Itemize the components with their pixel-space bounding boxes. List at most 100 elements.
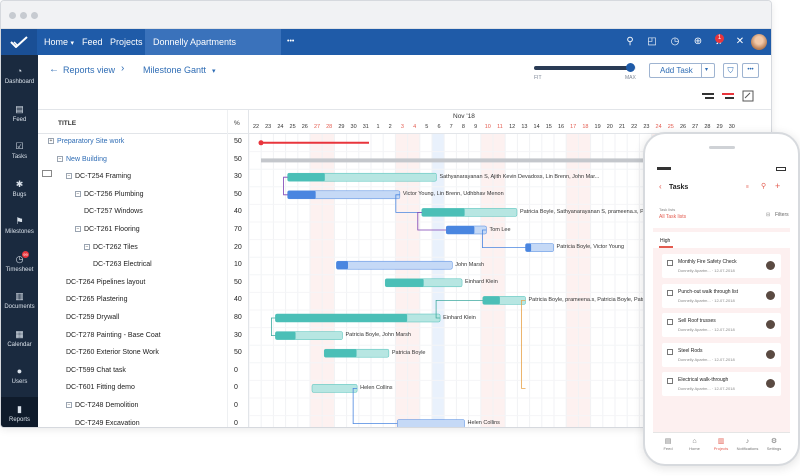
critical-path-icon[interactable] <box>701 91 715 101</box>
task-bar[interactable] <box>311 384 358 393</box>
task-title-cell[interactable]: − DC-T248 Demolition <box>66 402 138 409</box>
nav-feed[interactable]: Feed <box>82 29 103 55</box>
task-title-cell[interactable]: DC-T249 Excavation <box>75 420 140 427</box>
export-icon[interactable] <box>742 90 754 102</box>
more-options-button[interactable]: ••• <box>742 63 759 78</box>
sidebar-item-timesheet[interactable]: ◷ Timesheet 99 <box>1 247 38 285</box>
sidebar-item-feed[interactable]: ▤ Feed <box>1 97 38 135</box>
mobile-task-card[interactable]: Steel Rods Donnelly Apartm... · 12-07-201… <box>662 342 781 367</box>
add-task-caret-icon[interactable]: ▾ <box>705 64 708 77</box>
search-icon[interactable]: ⚲ <box>624 36 636 48</box>
task-bar-progress[interactable] <box>275 314 408 322</box>
zoom-slider-knob[interactable] <box>626 63 635 72</box>
task-bar-progress[interactable] <box>385 278 424 287</box>
comment-icon[interactable] <box>42 170 52 178</box>
window-dot-minimize[interactable] <box>20 12 27 19</box>
app-logo[interactable] <box>1 29 37 55</box>
task-row[interactable]: DC-T249 Excavation 0 <box>38 416 248 427</box>
task-bar-progress[interactable] <box>275 331 296 340</box>
task-title-cell[interactable]: DC-T263 Electrical <box>93 261 152 268</box>
task-row[interactable]: DC-T264 Pipelines layout 50 <box>38 275 248 293</box>
breadcrumb-reports-view[interactable]: Reports view <box>63 65 115 75</box>
task-row[interactable]: − DC-T262 Tiles 20 <box>38 240 248 258</box>
expand-toggle-icon[interactable]: − <box>75 226 81 233</box>
timer-icon[interactable]: ◷ <box>669 36 681 48</box>
column-header-percent[interactable]: % <box>234 120 240 127</box>
add-task-button[interactable]: Add Task ▾ <box>649 63 715 78</box>
task-checkbox[interactable] <box>667 319 673 325</box>
task-checkbox[interactable] <box>667 348 673 355</box>
task-row[interactable]: + Preparatory Site work 50 <box>38 134 248 152</box>
nav-more-button[interactable]: ••• <box>287 29 294 55</box>
task-title-cell[interactable]: DC-T265 Plastering <box>66 296 127 303</box>
task-row[interactable]: DC-T259 Drywall 80 <box>38 310 248 328</box>
task-title-cell[interactable]: + Preparatory Site work <box>48 138 124 145</box>
task-bar-progress[interactable] <box>287 190 316 199</box>
expand-toggle-icon[interactable]: − <box>66 402 72 409</box>
mobile-add-icon[interactable]: + <box>775 181 780 191</box>
task-title-cell[interactable]: − DC-T261 Flooring <box>75 226 140 233</box>
task-bar-progress[interactable] <box>336 261 348 270</box>
zoom-slider[interactable] <box>534 63 636 72</box>
task-list-selector[interactable]: All Task lists <box>659 214 686 220</box>
mobile-task-card[interactable]: Monthly Fire Safety Check Donnelly Apartm… <box>662 254 781 278</box>
task-row[interactable]: − DC-T256 Plumbing 50 <box>38 187 248 205</box>
expand-toggle-icon[interactable]: − <box>57 155 63 162</box>
filter-button[interactable]: ⛉ <box>723 63 738 78</box>
expand-toggle-icon[interactable]: − <box>75 190 81 197</box>
user-avatar[interactable] <box>751 34 767 50</box>
task-title-cell[interactable]: DC-T259 Drywall <box>66 314 119 321</box>
task-row[interactable]: DC-T599 Chat task 0 <box>38 363 248 381</box>
mobile-tab-notifications[interactable]: ♪ Notifications <box>737 437 759 451</box>
back-arrow-icon[interactable]: ← <box>49 64 59 75</box>
task-row[interactable]: DC-T278 Painting - Base Coat 30 <box>38 328 248 346</box>
task-checkbox[interactable] <box>667 378 673 384</box>
task-title-cell[interactable]: DC-T601 Fitting demo <box>66 384 135 391</box>
task-row[interactable]: DC-T265 Plastering 40 <box>38 292 248 310</box>
task-row[interactable]: − DC-T254 Framing 30 <box>38 169 248 187</box>
group-summary-bar[interactable] <box>261 158 681 163</box>
task-title-cell[interactable]: DC-T260 Exterior Stone Work <box>66 349 159 356</box>
mobile-task-card[interactable]: Punch-out walk through list Donnelly Apar… <box>662 283 781 308</box>
task-bar-progress[interactable] <box>287 173 325 182</box>
task-title-cell[interactable]: DC-T278 Painting - Base Coat <box>66 332 161 339</box>
task-title-cell[interactable]: − DC-T256 Plumbing <box>75 191 144 198</box>
mobile-back-icon[interactable]: ‹ <box>659 182 662 191</box>
sidebar-item-documents[interactable]: ▥ Documents <box>1 284 38 322</box>
column-header-title[interactable]: TITLE <box>58 120 76 127</box>
window-dot-maximize[interactable] <box>31 12 38 19</box>
nav-home[interactable]: Home ▾ <box>44 29 74 55</box>
view-selector-caret-icon[interactable]: ▾ <box>212 67 216 75</box>
assignee-avatar[interactable] <box>766 349 775 359</box>
task-bar-progress[interactable] <box>525 243 532 252</box>
mobile-list-icon[interactable]: ≡ <box>746 184 749 190</box>
task-title-cell[interactable]: DC-T599 Chat task <box>66 367 126 374</box>
expand-toggle-icon[interactable]: + <box>48 138 54 145</box>
view-selector[interactable]: Milestone Gantt <box>143 65 206 75</box>
mobile-tab-home[interactable]: ⌂ Home <box>684 437 706 451</box>
task-checkbox[interactable] <box>667 289 673 296</box>
assignee-avatar[interactable] <box>766 290 775 300</box>
task-bar-progress[interactable] <box>446 226 475 234</box>
window-dot-close[interactable] <box>9 12 16 19</box>
tools-icon[interactable]: ✕ <box>734 36 746 48</box>
assignee-avatar[interactable] <box>766 320 775 329</box>
filter-icon-mobile[interactable]: ⊟ <box>766 212 770 218</box>
sidebar-item-calendar[interactable]: ▦ Calendar <box>1 322 38 360</box>
task-title-cell[interactable]: − DC-T262 Tiles <box>84 244 138 251</box>
assignee-avatar[interactable] <box>766 261 775 270</box>
sidebar-item-tasks[interactable]: ☑ Tasks <box>1 134 38 172</box>
nav-projects[interactable]: Projects <box>110 29 143 55</box>
mobile-tab-projects[interactable]: ▥ Projects <box>710 437 732 451</box>
sidebar-item-milestones[interactable]: ⚑ Milestones <box>1 209 38 247</box>
task-title-cell[interactable]: − DC-T254 Framing <box>66 173 131 180</box>
task-bar[interactable] <box>397 419 465 428</box>
task-row[interactable]: DC-T263 Electrical 10 <box>38 257 248 275</box>
task-row[interactable]: DC-T601 Fitting demo 0 <box>38 380 248 398</box>
mobile-search-icon[interactable]: ⚲ <box>761 182 766 190</box>
task-title-cell[interactable]: DC-T257 Windows <box>84 208 143 215</box>
mobile-tab-settings[interactable]: ⚙ Settings <box>763 437 785 451</box>
task-title-cell[interactable]: DC-T264 Pipelines layout <box>66 279 145 286</box>
expand-toggle-icon[interactable]: − <box>66 173 72 180</box>
assignee-avatar[interactable] <box>766 379 775 388</box>
